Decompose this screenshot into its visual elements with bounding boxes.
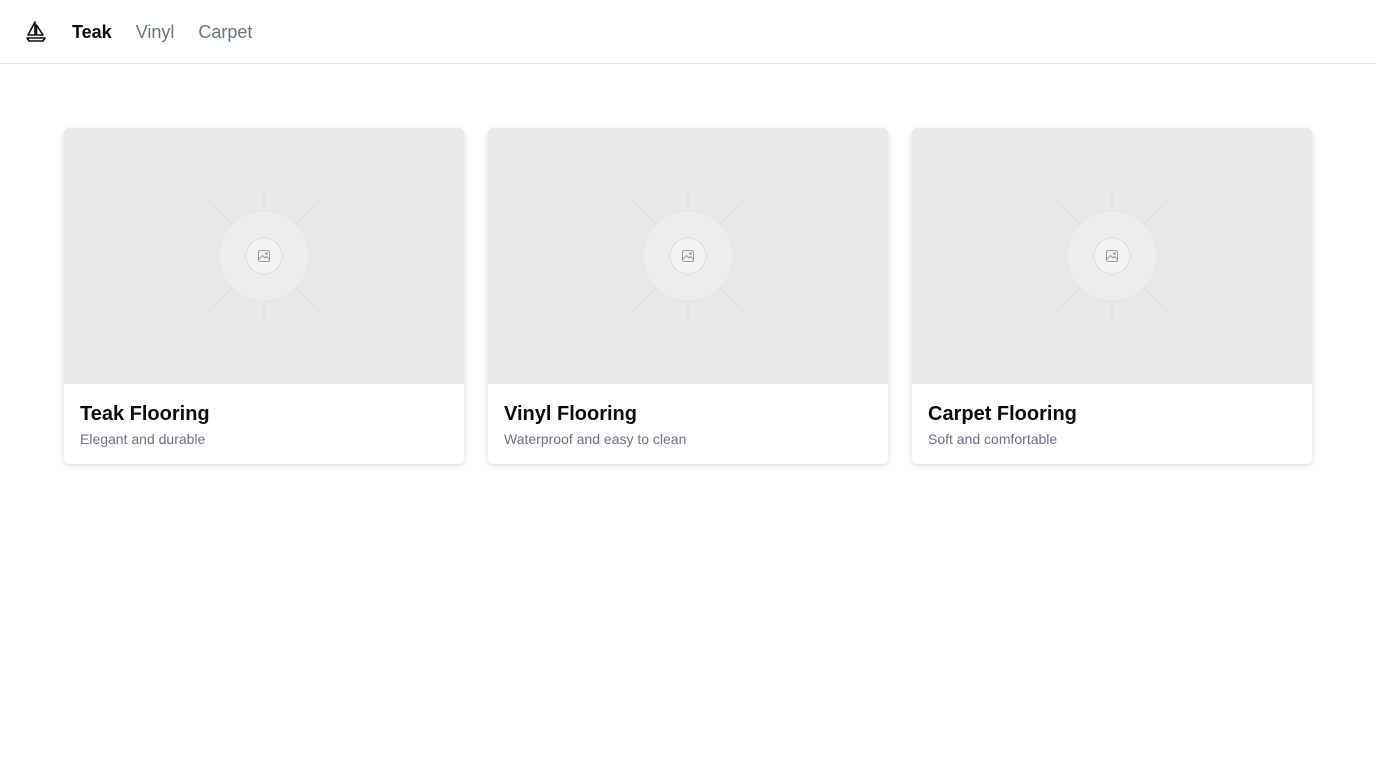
product-card-carpet[interactable]: Carpet Flooring Soft and comfortable bbox=[912, 128, 1312, 464]
nav-link-teak[interactable]: Teak bbox=[72, 20, 112, 44]
top-nav-bar: Teak Vinyl Carpet bbox=[0, 0, 1376, 64]
card-title: Teak Flooring bbox=[80, 403, 210, 425]
product-card-vinyl[interactable]: Vinyl Flooring Waterproof and easy to cl… bbox=[488, 128, 888, 464]
card-body: Teak Flooring Elegant and durable bbox=[64, 384, 464, 448]
main-nav: Teak Vinyl Carpet bbox=[72, 20, 252, 44]
card-title: Carpet Flooring bbox=[928, 403, 1077, 425]
card-body: Vinyl Flooring Waterproof and easy to cl… bbox=[488, 384, 888, 448]
sailboat-icon[interactable] bbox=[24, 20, 48, 44]
card-body: Carpet Flooring Soft and comfortable bbox=[912, 384, 1312, 448]
product-grid: Teak Flooring Elegant and durable Vinyl … bbox=[64, 128, 1312, 464]
image-placeholder-icon bbox=[64, 128, 464, 384]
card-description: Elegant and durable bbox=[80, 431, 206, 447]
nav-link-carpet[interactable]: Carpet bbox=[198, 20, 252, 44]
card-description: Waterproof and easy to clean bbox=[504, 431, 687, 447]
nav-link-vinyl[interactable]: Vinyl bbox=[136, 20, 175, 44]
product-card-teak[interactable]: Teak Flooring Elegant and durable bbox=[64, 128, 464, 464]
card-title: Vinyl Flooring bbox=[504, 403, 637, 425]
image-placeholder-icon bbox=[488, 128, 888, 384]
image-placeholder-icon bbox=[912, 128, 1312, 384]
card-description: Soft and comfortable bbox=[928, 431, 1058, 447]
